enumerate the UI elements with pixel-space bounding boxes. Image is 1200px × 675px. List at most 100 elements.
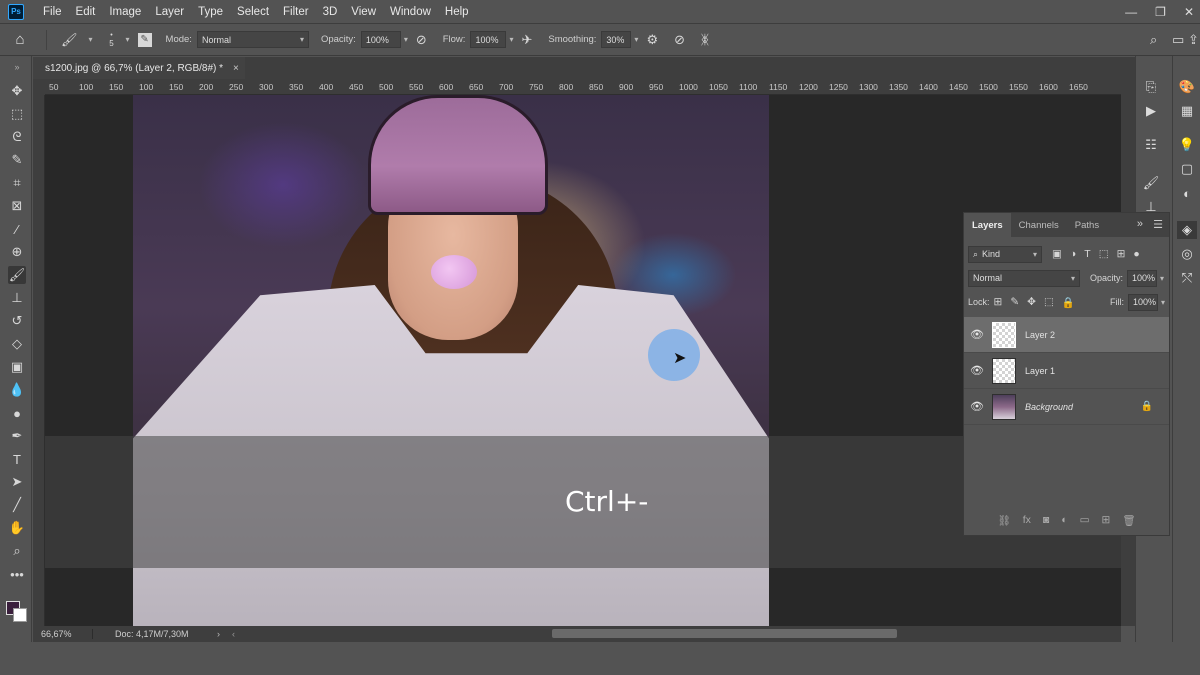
filter-smart-object-icon[interactable]: ⊞ bbox=[1117, 248, 1126, 260]
horizontal-scrollbar-thumb[interactable] bbox=[552, 629, 897, 638]
filter-pixel-icon[interactable]: ▣ bbox=[1052, 248, 1062, 260]
menu-3d[interactable]: 3D bbox=[316, 6, 345, 18]
frame-tool-icon[interactable]: ⊠ bbox=[8, 197, 26, 215]
actions-play-icon[interactable]: ▶ bbox=[1141, 102, 1161, 120]
filter-toggle-icon[interactable]: ● bbox=[1133, 248, 1139, 260]
line-tool-icon[interactable]: ╱ bbox=[8, 496, 26, 514]
minimize-icon[interactable]: — bbox=[1125, 5, 1137, 19]
zoom-tool-icon[interactable]: ⌕ bbox=[8, 542, 26, 560]
lock-transparency-icon[interactable]: ⊞ bbox=[994, 296, 1003, 308]
panel-menu-icon[interactable]: ☰ bbox=[1153, 218, 1163, 231]
menu-view[interactable]: View bbox=[344, 6, 383, 18]
close-tab-icon[interactable]: × bbox=[233, 63, 239, 74]
history-brush-tool-icon[interactable]: ↺ bbox=[8, 312, 26, 330]
properties-icon[interactable]: ☷ bbox=[1141, 136, 1161, 154]
color-icon[interactable]: 🎨 bbox=[1177, 78, 1197, 96]
quick-select-tool-icon[interactable]: ✎ bbox=[8, 151, 26, 169]
filter-shape-icon[interactable]: ⬚ bbox=[1099, 248, 1109, 260]
menu-help[interactable]: Help bbox=[438, 6, 476, 18]
pen-tool-icon[interactable]: ✒ bbox=[8, 427, 26, 445]
status-menu-arrow-icon[interactable]: › bbox=[217, 629, 220, 639]
chevron-down-icon[interactable]: ▾ bbox=[634, 35, 638, 44]
lock-artboard-icon[interactable]: ⬚ bbox=[1044, 296, 1054, 308]
collapse-panel-icon[interactable]: » bbox=[1137, 218, 1143, 230]
move-tool-icon[interactable]: ✥ bbox=[8, 82, 26, 100]
layer-row-layer-2[interactable]: 👁 Layer 2 bbox=[964, 317, 1169, 353]
channels-icon[interactable]: ◎ bbox=[1177, 245, 1197, 263]
brush-preset-icon[interactable]: 🖌 bbox=[61, 32, 78, 48]
dodge-tool-icon[interactable]: ● bbox=[8, 404, 26, 422]
chevron-down-icon[interactable]: ▾ bbox=[126, 35, 130, 44]
filter-kind-select[interactable]: ⌕ Kind ▾ bbox=[968, 245, 1042, 263]
swatches-icon[interactable]: ▦ bbox=[1177, 102, 1197, 120]
blur-tool-icon[interactable]: 💧 bbox=[8, 381, 26, 399]
new-adjustment-layer-icon[interactable]: ◐ bbox=[1061, 514, 1067, 526]
close-icon[interactable]: ✕ bbox=[1184, 5, 1194, 19]
menu-filter[interactable]: Filter bbox=[276, 6, 316, 18]
tab-paths[interactable]: Paths bbox=[1067, 213, 1107, 237]
lasso-tool-icon[interactable]: ᘓ bbox=[8, 128, 26, 146]
menu-edit[interactable]: Edit bbox=[69, 6, 103, 18]
share-icon[interactable]: ⇪ bbox=[1188, 32, 1199, 48]
new-layer-icon[interactable]: ⊞ bbox=[1101, 514, 1110, 526]
healing-brush-tool-icon[interactable]: ⊕ bbox=[8, 243, 26, 261]
path-selection-tool-icon[interactable]: ➤ bbox=[8, 473, 26, 491]
fill-input[interactable]: 100% bbox=[1127, 293, 1158, 311]
tab-channels[interactable]: Channels bbox=[1011, 213, 1067, 237]
menu-image[interactable]: Image bbox=[102, 6, 148, 18]
brush-tool-icon[interactable]: 🖌 bbox=[8, 266, 26, 284]
gradient-tool-icon[interactable]: ▣ bbox=[8, 358, 26, 376]
learn-icon[interactable]: 💡 bbox=[1177, 136, 1197, 154]
menu-type[interactable]: Type bbox=[191, 6, 230, 18]
pressure-opacity-icon[interactable]: ⊘ bbox=[416, 32, 427, 48]
menu-layer[interactable]: Layer bbox=[148, 6, 191, 18]
hand-tool-icon[interactable]: ✋ bbox=[8, 519, 26, 537]
menu-window[interactable]: Window bbox=[383, 6, 438, 18]
opacity-input[interactable]: 100% bbox=[360, 31, 401, 48]
airbrush-icon[interactable]: ✈ bbox=[521, 32, 532, 48]
home-icon[interactable]: ⌂ bbox=[0, 31, 40, 48]
clone-stamp-tool-icon[interactable]: ⊥ bbox=[8, 289, 26, 307]
menu-select[interactable]: Select bbox=[230, 6, 276, 18]
filter-type-icon[interactable]: T bbox=[1084, 248, 1090, 260]
symmetry-butterfly-icon[interactable]: ᛤ bbox=[701, 32, 709, 47]
marquee-tool-icon[interactable]: ⬚ bbox=[8, 105, 26, 123]
search-icon[interactable]: ⌕ bbox=[1150, 32, 1157, 48]
adjustments-icon[interactable]: ◐ bbox=[1177, 184, 1197, 202]
mode-select[interactable]: Normal ▾ bbox=[196, 31, 309, 48]
paths-icon[interactable]: ⤲ bbox=[1177, 269, 1197, 287]
canvas-area[interactable]: Ctrl+- ➤ bbox=[45, 95, 1121, 626]
blend-mode-select[interactable]: Normal ▾ bbox=[968, 269, 1080, 287]
chevron-down-icon[interactable]: ▾ bbox=[89, 35, 93, 44]
zoom-level[interactable]: 66,67% bbox=[33, 629, 93, 639]
flow-input[interactable]: 100% bbox=[470, 31, 507, 48]
scroll-left-icon[interactable]: ‹ bbox=[232, 629, 235, 639]
chevron-down-icon[interactable]: ▾ bbox=[1161, 298, 1165, 307]
filter-adjustment-icon[interactable]: ◑ bbox=[1070, 248, 1076, 260]
lock-all-icon[interactable]: 🔒 bbox=[1062, 296, 1075, 309]
pressure-size-icon[interactable]: ⊘ bbox=[674, 32, 685, 48]
workspace-icon[interactable]: ▭ bbox=[1172, 32, 1184, 48]
eraser-tool-icon[interactable]: ◇ bbox=[8, 335, 26, 353]
document-tab[interactable]: s1200.jpg @ 66,7% (Layer 2, RGB/8#) * × bbox=[33, 57, 245, 79]
brushes-icon[interactable]: 🖌 bbox=[1141, 174, 1161, 192]
collapse-toolbar-icon[interactable]: » bbox=[8, 58, 26, 76]
background-color-swatch[interactable] bbox=[13, 608, 27, 622]
crop-tool-icon[interactable]: ⌗ bbox=[8, 174, 26, 192]
add-mask-icon[interactable]: ◙ bbox=[1043, 514, 1049, 526]
layer-row-layer-1[interactable]: 👁 Layer 1 bbox=[964, 353, 1169, 389]
layer-opacity-input[interactable]: 100% bbox=[1127, 269, 1158, 287]
delete-layer-icon[interactable]: 🗑 bbox=[1122, 514, 1135, 527]
brush-size-picker[interactable]: • 5 bbox=[101, 32, 123, 48]
layers-icon[interactable]: ◈ bbox=[1177, 221, 1197, 239]
chevron-down-icon[interactable]: ▾ bbox=[509, 35, 513, 44]
link-layers-icon[interactable]: ⛓ bbox=[997, 514, 1010, 527]
menu-file[interactable]: File bbox=[36, 6, 69, 18]
lock-pixels-icon[interactable]: ✎ bbox=[1010, 296, 1019, 308]
gear-icon[interactable]: ⚙ bbox=[646, 32, 658, 48]
layer-row-background[interactable]: 👁 Background 🔒 bbox=[964, 389, 1169, 425]
smoothing-input[interactable]: 30% bbox=[601, 31, 632, 48]
visibility-eye-icon[interactable]: 👁 bbox=[964, 364, 990, 377]
brush-settings-panel-icon[interactable]: ✎ bbox=[137, 32, 152, 47]
visibility-eye-icon[interactable]: 👁 bbox=[964, 328, 990, 341]
